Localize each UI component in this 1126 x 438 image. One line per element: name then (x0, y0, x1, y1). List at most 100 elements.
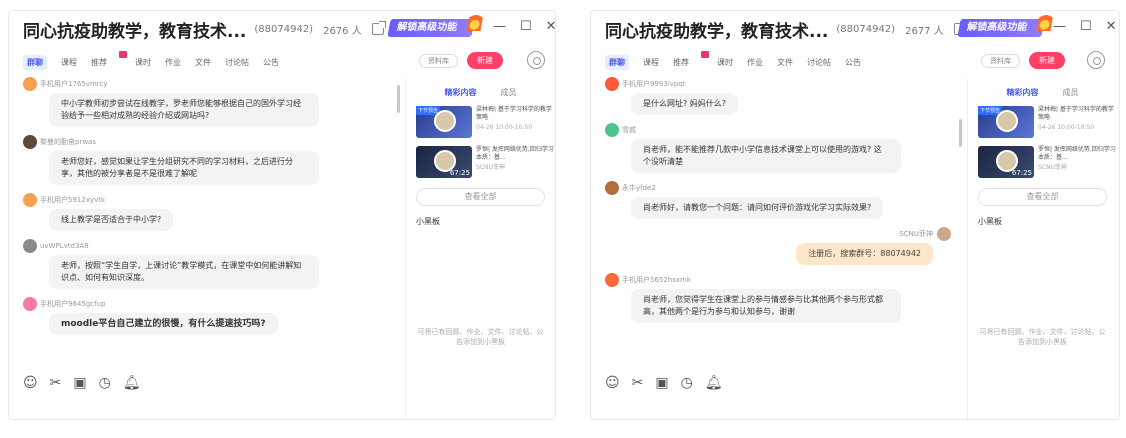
smile-icon[interactable]: ☺ (605, 375, 620, 391)
list-item: 黎曼的勤奋prwas 老师您好，感觉如果让学生分组研究不同的学习材料，之后进行分… (9, 135, 401, 185)
resource-library-button[interactable]: 资料库 (981, 54, 1020, 68)
chat-messages[interactable]: 手机用户1765vmrcy 中小学教师初步尝试在线教学，罗老师您能够根据自己的国… (9, 77, 401, 373)
close-button[interactable]: ✕ (546, 19, 555, 34)
username[interactable]: 手机用户9993ivpqt (622, 79, 686, 89)
group-title: 同心抗疫助教学，教育技术... (605, 21, 829, 42)
tab-files[interactable]: 文件 (195, 57, 211, 68)
tab-homework[interactable]: 作业 (165, 57, 181, 68)
tab-lessons[interactable]: 课时 (135, 57, 151, 68)
video-thumbnail[interactable]: 下节预告 (416, 106, 472, 138)
bell-icon[interactable]: 🔔︎ (123, 375, 141, 391)
tab-homework[interactable]: 作业 (747, 57, 763, 68)
tab-discussion[interactable]: 讨论帖 (225, 57, 249, 68)
avatar[interactable] (605, 181, 619, 195)
avatar[interactable] (605, 77, 619, 91)
unlock-premium-button[interactable]: 解锁高级功能 (387, 13, 484, 37)
scissors-icon[interactable]: ✂ (632, 375, 644, 391)
video-thumbnail[interactable]: 67:25 (416, 146, 472, 178)
panel-tabs: 精彩内容 成员 (406, 87, 555, 98)
tab-members[interactable]: 成员 (501, 87, 517, 98)
content-card[interactable]: 下节预告 梁林梅| 基于学习科学的教学策略 04-26 10:00-10:50 (978, 106, 1117, 138)
maximize-button[interactable]: ☐ (1080, 19, 1092, 34)
minimize-button[interactable]: — (493, 19, 506, 34)
unlock-premium-button[interactable]: 解锁高级功能 (957, 13, 1054, 37)
tab-announcement[interactable]: 公告 (845, 57, 861, 68)
tab-course[interactable]: 课程 (643, 57, 659, 68)
avatar[interactable] (23, 77, 37, 91)
image-icon[interactable]: ▣ (655, 375, 668, 391)
member-count[interactable]: 2676 人 (323, 22, 362, 37)
smile-icon[interactable]: ☺ (23, 375, 38, 391)
username[interactable]: 手机用户1765vmrcy (40, 79, 108, 89)
card-time: 04-26 10:00-10:50 (1038, 124, 1095, 131)
list-item: 手机用户9645gcfup moodle平台自己建立的很慢，有什么提速技巧吗? (9, 297, 401, 335)
chat-scrollbar[interactable] (959, 119, 962, 147)
tab-discussion[interactable]: 讨论帖 (807, 57, 831, 68)
group-id: (88074942) (254, 23, 314, 35)
clock-icon[interactable]: ◷ (99, 375, 111, 391)
card-author: SCNU菲神 (1038, 164, 1067, 171)
chat-window-right: 同心抗疫助教学，教育技术... (88074942) 2677 人 解锁高级功能… (590, 10, 1120, 420)
message-bubble: 线上教学是否适合于中小学? (49, 209, 174, 231)
tab-bar: 群聊 课程 推荐 课时 作业 文件 讨论帖 公告 (605, 51, 875, 70)
username[interactable]: uvWPLvtd3A8 (40, 242, 89, 250)
avatar[interactable] (605, 273, 619, 287)
bell-icon[interactable]: 🔔︎ (705, 375, 723, 391)
tab-group-chat[interactable]: 群聊 (605, 55, 629, 70)
input-toolbar: ☺ ✂ ▣ ◷ 🔔︎ (605, 375, 723, 391)
tab-announcement[interactable]: 公告 (263, 57, 279, 68)
maximize-button[interactable]: ☐ (520, 19, 532, 34)
scissors-icon[interactable]: ✂ (50, 375, 62, 391)
card-title: 罗恒| 发挥网络优势,回归学习本质：基... (1038, 146, 1116, 161)
tab-featured-content[interactable]: 精彩内容 (1007, 87, 1039, 98)
avatar[interactable] (23, 239, 37, 253)
avatar[interactable] (23, 297, 37, 311)
avatar[interactable] (605, 123, 619, 137)
list-item: uvWPLvtd3A8 老师，按照“学生自学，上课讨论”教学模式，在课堂中如何能… (9, 239, 401, 289)
close-button[interactable]: ✕ (1106, 19, 1117, 34)
tab-recommend[interactable]: 推荐 (673, 51, 709, 68)
avatar[interactable] (23, 193, 37, 207)
group-id: (88074942) (836, 23, 896, 35)
video-thumbnail[interactable]: 下节预告 (978, 106, 1034, 138)
share-icon[interactable] (371, 21, 386, 35)
chat-messages[interactable]: 手机用户9993ivpqt 是什么网址? 妈妈什么? 雪戚 尚老师，能不能推荐几… (591, 77, 963, 373)
tab-group-chat[interactable]: 群聊 (23, 55, 47, 70)
tab-files[interactable]: 文件 (777, 57, 793, 68)
content-card[interactable]: 67:25 罗恒| 发挥网络优势,回归学习本质：基... SCNU菲神 (978, 146, 1117, 178)
content-card[interactable]: 下节预告 梁林梅| 基于学习科学的教学策略 04-26 10:00-10:50 (416, 106, 555, 138)
panel-tabs: 精彩内容 成员 (968, 87, 1117, 98)
view-all-button[interactable]: 查看全部 (416, 188, 545, 206)
username[interactable]: 雪戚 (622, 125, 636, 135)
tab-recommend[interactable]: 推荐 (91, 51, 127, 68)
new-live-button[interactable]: 新建 (467, 52, 503, 69)
tab-featured-content[interactable]: 精彩内容 (445, 87, 477, 98)
tab-course[interactable]: 课程 (61, 57, 77, 68)
message-bubble: moodle平台自己建立的很慢，有什么提速技巧吗? (49, 313, 278, 335)
tab-members[interactable]: 成员 (1063, 87, 1079, 98)
settings-icon[interactable] (527, 51, 545, 69)
username[interactable]: 永牛yfde2 (622, 183, 656, 193)
clock-icon[interactable]: ◷ (681, 375, 693, 391)
username[interactable]: 手机用户5912xyvtk (40, 195, 105, 205)
image-icon[interactable]: ▣ (73, 375, 86, 391)
video-thumbnail[interactable]: 67:25 (978, 146, 1034, 178)
speaker-photo (996, 110, 1018, 132)
content-card[interactable]: 67:25 罗恒| 发挥网络优势,回归学习本质：基... SCNU菲神 (416, 146, 555, 178)
new-badge-icon (701, 51, 709, 58)
resource-library-button[interactable]: 资料库 (419, 54, 458, 68)
avatar[interactable] (937, 227, 951, 241)
minimize-button[interactable]: — (1053, 19, 1066, 34)
username[interactable]: 手机用户9645gcfup (40, 299, 105, 309)
member-count[interactable]: 2677 人 (905, 22, 944, 37)
avatar[interactable] (23, 135, 37, 149)
view-all-button[interactable]: 查看全部 (978, 188, 1107, 206)
chat-scrollbar[interactable] (397, 85, 400, 113)
username[interactable]: SCNU菲神 (899, 229, 933, 239)
username[interactable]: 黎曼的勤奋prwas (40, 137, 96, 147)
new-live-button[interactable]: 新建 (1029, 52, 1065, 69)
tab-lessons[interactable]: 课时 (717, 57, 733, 68)
username[interactable]: 手机用户5652hsxmk (622, 275, 691, 285)
list-item: 手机用户1765vmrcy 中小学教师初步尝试在线教学，罗老师您能够根据自己的国… (9, 77, 401, 127)
settings-icon[interactable] (1087, 51, 1105, 69)
